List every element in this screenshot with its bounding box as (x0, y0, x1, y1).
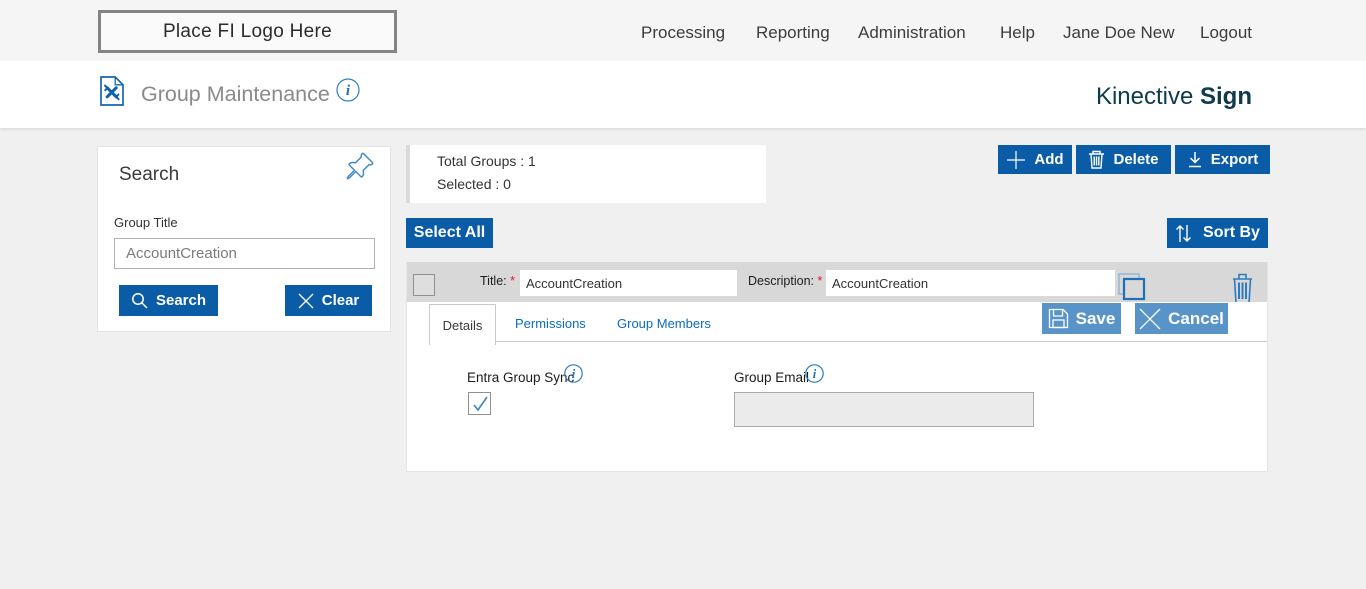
svg-text:i: i (813, 367, 817, 381)
svg-text:i: i (572, 367, 576, 381)
svg-text:i: i (346, 83, 351, 99)
